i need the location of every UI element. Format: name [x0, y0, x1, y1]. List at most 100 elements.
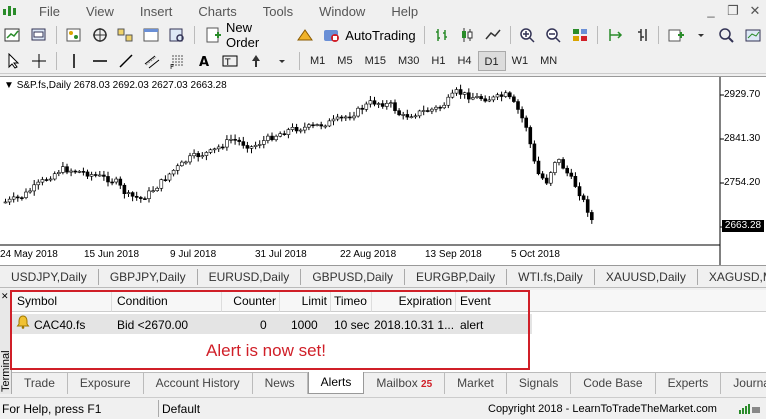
chart-tab-xagusd[interactable]: XAGUSD,Mont: [698, 269, 766, 285]
candle-body: [188, 155, 192, 163]
menu-tools[interactable]: Tools: [250, 4, 306, 19]
timeframe-d1[interactable]: D1: [477, 50, 506, 71]
tab-account-history[interactable]: Account History: [144, 373, 253, 394]
tab-trade[interactable]: Trade: [12, 373, 68, 394]
timeframe-m30[interactable]: M30: [392, 51, 425, 71]
templates-icon[interactable]: [717, 25, 737, 45]
menu-window[interactable]: Window: [306, 4, 378, 19]
candle-body: [577, 186, 582, 197]
cursor-icon[interactable]: [3, 51, 23, 71]
terminal-icon[interactable]: [141, 25, 161, 45]
chart-tab-xauusd[interactable]: XAUUSD,Daily: [595, 268, 698, 285]
arrows-icon[interactable]: [246, 51, 266, 71]
candle-body: [368, 100, 373, 105]
timeframe-w1[interactable]: W1: [506, 51, 535, 71]
menu-charts[interactable]: Charts: [185, 4, 249, 19]
tab-code-base[interactable]: Code Base: [571, 373, 656, 394]
candle-body: [548, 172, 553, 184]
candle-body: [343, 116, 348, 119]
fibonacci-icon[interactable]: F: [168, 51, 188, 71]
timeframe-mn[interactable]: MN: [534, 51, 563, 71]
menu-file[interactable]: File: [26, 4, 73, 19]
data-window-icon[interactable]: [90, 25, 110, 45]
candle-body: [52, 173, 57, 180]
crosshair-icon[interactable]: [29, 51, 49, 71]
chart-tab-eurusd[interactable]: EURUSD,Daily: [198, 268, 302, 285]
text-tool-icon[interactable]: A: [194, 51, 214, 71]
tile-windows-icon[interactable]: [570, 25, 590, 45]
menu-insert[interactable]: Insert: [127, 4, 186, 19]
minimize-button[interactable]: _: [700, 0, 722, 22]
timeframe-h4[interactable]: H4: [451, 51, 477, 71]
candle-body: [20, 197, 24, 199]
restore-button[interactable]: ❐: [722, 0, 744, 22]
chart-tab-gbpusd[interactable]: GBPUSD,Daily: [301, 268, 405, 285]
timeframe-m15[interactable]: M15: [359, 51, 392, 71]
timeframe-m1[interactable]: M1: [304, 51, 331, 71]
market-watch-icon[interactable]: [64, 25, 84, 45]
candle-body: [454, 89, 459, 94]
menu-help[interactable]: Help: [378, 4, 431, 19]
dropdown-arrow-icon[interactable]: [692, 25, 712, 45]
close-button[interactable]: ✕: [744, 0, 766, 22]
zoom-out-icon[interactable]: [544, 25, 564, 45]
candle-body: [3, 201, 8, 204]
candle-body: [327, 120, 332, 127]
autotrading-button[interactable]: AutoTrading: [318, 24, 419, 46]
tab-journal[interactable]: Journal: [721, 373, 766, 394]
candle-body: [311, 124, 315, 127]
trendline-icon[interactable]: [116, 51, 136, 71]
profiles-icon[interactable]: [29, 25, 49, 45]
chart-tab-eurgbp[interactable]: EURGBP,Daily: [405, 268, 508, 285]
tab-exposure[interactable]: Exposure: [68, 373, 144, 394]
new-chart-icon[interactable]: [3, 25, 23, 45]
line-chart-icon[interactable]: [483, 25, 503, 45]
navigator-icon[interactable]: [116, 25, 136, 45]
dropdown-arrow-icon[interactable]: [272, 51, 292, 71]
timeframe-m5[interactable]: M5: [331, 51, 358, 71]
timeframe-h1[interactable]: H1: [425, 51, 451, 71]
candle-body: [516, 101, 520, 110]
horizontal-line-icon[interactable]: [90, 51, 110, 71]
terminal-tabs: Trade Exposure Account History News Aler…: [12, 372, 766, 394]
candle-body: [364, 103, 369, 110]
tab-alerts[interactable]: Alerts: [307, 372, 365, 394]
indicators-icon[interactable]: [666, 25, 686, 45]
candle-body: [147, 190, 151, 199]
chart-tab-gbpjpy[interactable]: GBPJPY,Daily: [99, 268, 198, 285]
candle-body: [241, 141, 246, 146]
candle-body: [425, 110, 430, 112]
tab-market[interactable]: Market: [445, 373, 507, 394]
vertical-line-icon[interactable]: [64, 51, 84, 71]
text-label-icon[interactable]: T: [220, 51, 240, 71]
tab-experts[interactable]: Experts: [656, 373, 722, 394]
price-chart[interactable]: ▼ S&P.fs,Daily 2678.03 2692.03 2627.03 2…: [0, 76, 766, 266]
bar-chart-icon[interactable]: [432, 25, 452, 45]
candle-body: [155, 187, 159, 191]
menu-view[interactable]: View: [73, 4, 127, 19]
chart-shift-icon[interactable]: [605, 25, 625, 45]
separator: [510, 26, 512, 44]
candle-body: [565, 167, 570, 174]
zoom-in-icon[interactable]: [518, 25, 538, 45]
equidistant-channel-icon[interactable]: [142, 51, 162, 71]
candle-body: [56, 172, 61, 175]
terminal-close-icon[interactable]: ✕: [1, 291, 9, 302]
strategy-tester-icon[interactable]: [167, 25, 187, 45]
tab-mailbox[interactable]: Mailbox 25: [364, 373, 446, 394]
chart-tab-usdjpy[interactable]: USDJPY,Daily: [0, 268, 99, 285]
auto-scroll-icon[interactable]: [631, 25, 651, 45]
new-order-button[interactable]: New Order: [199, 20, 292, 50]
candle-body: [487, 99, 492, 102]
chart-tab-wti[interactable]: WTI.fs,Daily: [507, 268, 595, 285]
chart-properties-icon[interactable]: [743, 25, 763, 45]
metaeditor-icon[interactable]: [295, 25, 315, 45]
new-order-label: New Order: [225, 20, 260, 50]
candle-body: [475, 96, 479, 98]
date-label: 9 Jul 2018: [170, 249, 217, 260]
candlestick-icon[interactable]: [458, 25, 478, 45]
tab-signals[interactable]: Signals: [507, 373, 572, 394]
tab-news[interactable]: News: [253, 373, 308, 394]
standard-toolbar: New Order AutoTrading: [0, 20, 766, 50]
candle-body: [450, 92, 455, 98]
